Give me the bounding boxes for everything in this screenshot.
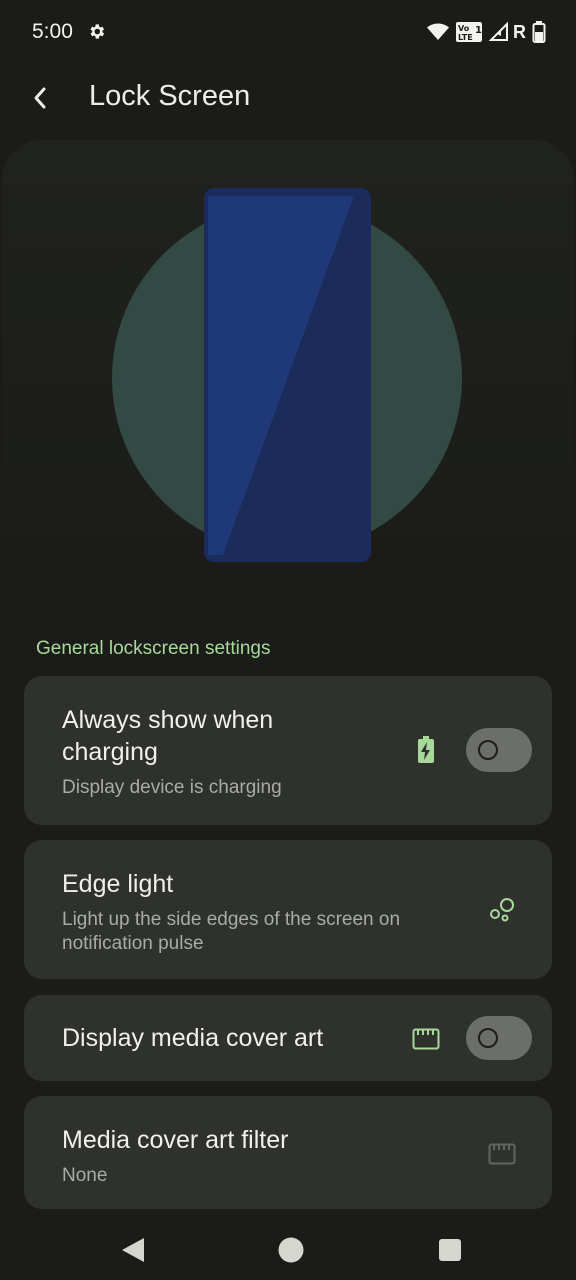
toggle-thumb [478,740,498,760]
pref-title: Media cover art filter [62,1126,289,1154]
volte-icon: Vo LTE 1 [456,22,482,42]
chevron-left-icon [34,87,46,109]
navigation-bar [0,1216,576,1280]
phone-illustration [112,188,462,562]
lockscreen-preview [2,140,574,620]
pref-title: Always show when [62,706,274,734]
pref-title: Display media cover art [62,1024,324,1052]
pref-summary: Display device is charging [62,777,282,798]
status-time: 5:00 [32,20,73,43]
signal-icon [489,22,508,41]
display-media-cover-art-toggle[interactable] [466,1016,532,1060]
bubbles-icon [490,898,514,922]
battery-charging-icon [418,736,434,763]
pref-display-media-cover-art[interactable]: Display media cover art [24,995,552,1081]
pref-title: Edge light [62,870,174,898]
pref-summary-continued: notification pulse [62,933,204,954]
toggle-thumb [478,1028,498,1048]
svg-text:Vo: Vo [458,24,470,33]
pref-always-show-charging[interactable]: Always show when charging Display device… [24,676,552,825]
nav-back-icon[interactable] [120,1236,146,1264]
section-title: General lockscreen settings [36,638,271,659]
pref-edge-light[interactable]: Edge light Light up the side edges of th… [24,840,552,979]
always-show-charging-toggle[interactable] [466,728,532,772]
status-icons: Vo LTE 1 R [427,20,546,44]
status-bar: 5:00 Vo LTE 1 R [0,0,576,64]
svg-text:1: 1 [475,25,482,36]
nav-recents-icon[interactable] [439,1239,461,1261]
back-button[interactable] [20,78,60,118]
wifi-icon [427,23,449,40]
svg-text:LTE: LTE [458,33,473,42]
network-type: R [513,21,526,42]
page-title: Lock Screen [89,80,251,112]
battery-icon [532,21,546,43]
media-frame-icon [412,1028,440,1050]
app-bar: Lock Screen [0,64,576,130]
pref-title-continued: charging [62,738,158,766]
gear-icon [90,24,105,39]
pref-summary: None [62,1165,108,1186]
pref-summary: Light up the side edges of the screen on [62,909,401,930]
pref-media-cover-art-filter[interactable]: Media cover art filter None [24,1096,552,1209]
media-frame-icon [488,1143,516,1165]
nav-home-icon[interactable] [278,1237,304,1263]
